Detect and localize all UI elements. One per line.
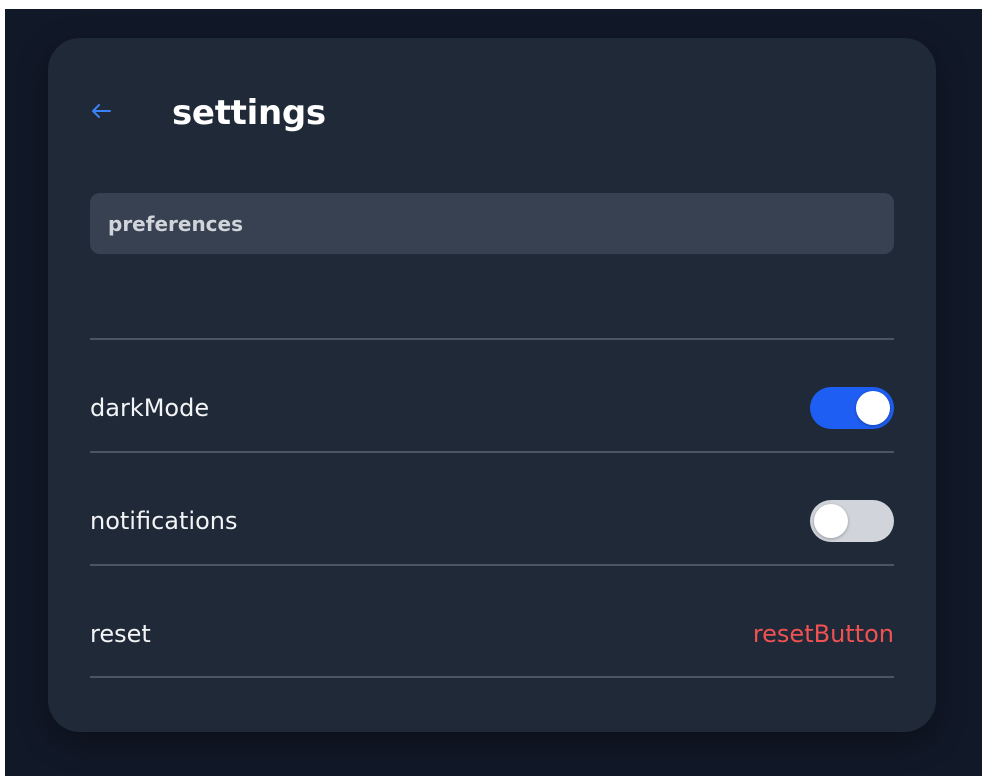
row-divider	[90, 676, 894, 678]
page-title: settings	[172, 93, 326, 133]
setting-row-dark-mode: darkMode	[90, 353, 894, 463]
setting-row-reset: reset resetButton	[90, 579, 894, 689]
row-divider	[90, 451, 894, 453]
header: settings	[90, 88, 326, 138]
arrow-left-icon	[90, 102, 112, 125]
reset-label: reset	[90, 620, 151, 648]
back-button[interactable]	[90, 93, 130, 133]
reset-button[interactable]: resetButton	[753, 620, 894, 648]
row-divider	[90, 564, 894, 566]
notifications-label: notifications	[90, 507, 238, 535]
toggle-knob	[856, 391, 890, 425]
toggle-knob	[814, 504, 848, 538]
preferences-section-label: preferences	[108, 211, 243, 236]
settings-card: settings preferences darkMode notificati…	[48, 38, 936, 732]
dark-mode-label: darkMode	[90, 394, 210, 422]
setting-row-notifications: notifications	[90, 466, 894, 576]
section-divider	[90, 338, 894, 340]
app-background: settings preferences darkMode notificati…	[5, 9, 982, 776]
preferences-section-header: preferences	[90, 193, 894, 254]
dark-mode-toggle[interactable]	[810, 387, 894, 429]
notifications-toggle[interactable]	[810, 500, 894, 542]
